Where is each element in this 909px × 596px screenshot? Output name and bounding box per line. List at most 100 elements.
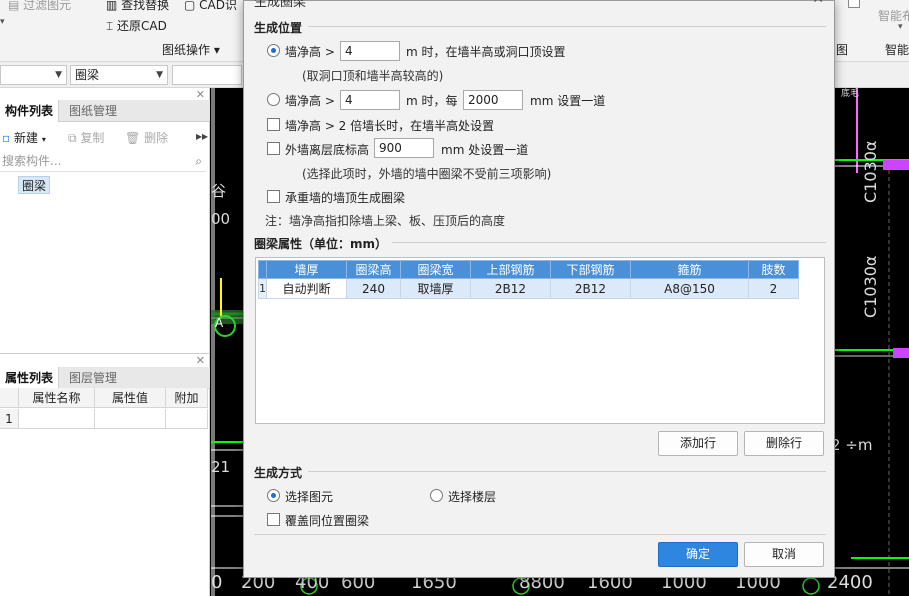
- grid-cell-bottom-rebar[interactable]: 2B12: [550, 278, 631, 299]
- grid-header-cell: 下部钢筋: [550, 260, 631, 279]
- property-row-name[interactable]: [19, 409, 95, 429]
- cad-recog-button[interactable]: ▢ CAD识: [184, 0, 237, 13]
- select-floors-radio[interactable]: [430, 489, 443, 502]
- smart-group-label: 智能: [885, 43, 909, 57]
- chevron-down-icon[interactable]: ▾: [898, 22, 903, 32]
- new-button[interactable]: ▫ 新建 ▾: [2, 129, 46, 146]
- add-row-button[interactable]: 添加行: [658, 431, 738, 456]
- section-props-title: 圈梁属性（单位：mm）: [254, 237, 388, 251]
- cad-left-label: 21: [211, 458, 231, 476]
- delete-button[interactable]: 🗑 删除: [125, 129, 168, 146]
- opt2-suffix: mm 设置一道: [530, 94, 606, 108]
- opt2-mid: m 时，每: [406, 94, 458, 108]
- table-row[interactable]: 1 自动判断 240 取墙厚 2B12 2B12 A8@150 2: [258, 278, 799, 299]
- new-label: 新建: [13, 131, 38, 145]
- opt1-height-input[interactable]: 4: [340, 41, 400, 61]
- tab-layer-management[interactable]: 图层管理: [64, 367, 122, 389]
- more-icon[interactable]: ▸▸: [196, 129, 208, 143]
- chevron-down-icon: ▼: [156, 70, 163, 80]
- component-search-input[interactable]: 搜索构件... ⌕: [0, 150, 206, 172]
- restore-cad-button[interactable]: ⌶ 还原CAD: [106, 17, 167, 34]
- filter-layer-label: 过滤图元: [23, 0, 72, 12]
- section-method-title: 生成方式: [254, 466, 303, 480]
- cancel-button[interactable]: 取消: [744, 542, 824, 567]
- list-item[interactable]: 圈梁: [18, 176, 51, 194]
- floor-select[interactable]: ▼: [0, 65, 67, 85]
- ribbon-right-group-label: 图: [836, 43, 849, 57]
- dialog-title: 生成圈梁: [254, 0, 307, 10]
- grid-cell-beam-width[interactable]: 取墙厚: [400, 278, 471, 299]
- property-header-blank: [0, 388, 19, 408]
- opt4-note: (选择此项时，外墙的墙中圈梁不受前三项影响): [302, 167, 552, 181]
- grid-header-cell: 圈梁高: [346, 260, 401, 279]
- smart-layout-label[interactable]: 智能布: [878, 7, 909, 24]
- opt1-suffix: m 时，在墙半高或洞口顶设置: [406, 45, 566, 59]
- close-icon[interactable]: ✕: [812, 0, 824, 7]
- chevron-down-icon: ▼: [55, 70, 62, 80]
- opt1-radio[interactable]: [267, 44, 280, 57]
- copy-button[interactable]: ⧉ 复制: [68, 129, 104, 146]
- cad-recog-label: CAD识: [199, 0, 237, 12]
- close-icon[interactable]: ✕: [196, 354, 205, 367]
- grid-header-corner: [258, 260, 267, 279]
- axis-marker-a: A: [215, 316, 224, 330]
- grid-cell-legs[interactable]: 2: [748, 278, 799, 299]
- restore-cad-label: 还原CAD: [117, 19, 167, 33]
- opt2-height-input[interactable]: 4: [340, 90, 400, 110]
- chevron-down-icon[interactable]: ▾: [0, 17, 5, 27]
- grid-cell-beam-height[interactable]: 240: [346, 278, 401, 299]
- tab-property-list[interactable]: 属性列表: [0, 367, 60, 389]
- opt5-label: 承重墙的墙顶生成圈梁: [285, 191, 406, 205]
- opt4-checkbox[interactable]: [267, 142, 280, 155]
- opt2-radio[interactable]: [267, 93, 280, 106]
- property-row-extra[interactable]: [166, 409, 208, 429]
- opt4-label: 外墙离层底标高: [285, 143, 370, 157]
- opt3-label: 墙净高 > 2 倍墙长时，在墙半高处设置: [285, 119, 495, 133]
- component-type-select[interactable]: 圈梁 ▼: [70, 65, 168, 85]
- grid-header-cell: 上部钢筋: [470, 260, 551, 279]
- component-name-select[interactable]: [172, 65, 242, 85]
- grid-cell-stirrup[interactable]: A8@150: [630, 278, 749, 299]
- section-position-title: 生成位置: [254, 21, 303, 35]
- component-toolbar: ▫ 新建 ▾ ⧉ 复制 🗑 删除 ▸▸: [0, 124, 210, 150]
- grid-row-number: 1: [258, 278, 267, 299]
- cad-left-label: 00: [211, 210, 231, 228]
- section-divider: [308, 471, 826, 472]
- section-divider: [308, 26, 826, 27]
- search-icon: ⌕: [195, 154, 202, 168]
- opt4-elevation-input[interactable]: 900: [374, 138, 434, 158]
- opt3-checkbox[interactable]: [267, 118, 280, 131]
- drawing-ops-group[interactable]: 图纸操作 ▾: [162, 41, 220, 58]
- select-floors-label: 选择楼层: [448, 490, 497, 504]
- find-replace-button[interactable]: ▥ 查找替换: [106, 0, 169, 13]
- select-elements-label: 选择图元: [285, 490, 334, 504]
- panel-divider: [0, 353, 210, 354]
- delete-label: 删除: [144, 131, 169, 145]
- tab-component-list[interactable]: 构件列表: [0, 100, 60, 122]
- property-header-name: 属性名称: [19, 388, 95, 408]
- copy-label: 复制: [80, 131, 105, 145]
- opt5-checkbox[interactable]: [267, 190, 280, 203]
- opt2-interval-input[interactable]: 2000: [463, 90, 523, 110]
- footer-divider: [254, 534, 826, 535]
- delete-row-button[interactable]: 删除行: [744, 431, 824, 456]
- ring-beam-grid: 墙厚 圈梁高 圈梁宽 上部钢筋 下部钢筋 箍筋 肢数 1 自动判断 240 取墙…: [255, 257, 825, 424]
- filter-layer-button[interactable]: ▤ 过滤图元: [8, 0, 71, 13]
- grid-header-cell: 圈梁宽: [400, 260, 471, 279]
- ribbon-checkbox[interactable]: [848, 0, 860, 8]
- search-placeholder: 搜索构件...: [2, 154, 62, 168]
- property-header-extra: 附加: [166, 388, 208, 408]
- cad-right-label: 2 ÷m: [831, 436, 873, 454]
- cad-vertical-label: C1030α: [861, 140, 880, 203]
- chevron-down-icon: ▾: [41, 135, 46, 144]
- overwrite-checkbox[interactable]: [267, 513, 280, 526]
- cad-left-label: 谷: [211, 182, 227, 200]
- select-elements-radio[interactable]: [267, 489, 280, 502]
- grid-cell-top-rebar[interactable]: 2B12: [470, 278, 551, 299]
- property-row-value[interactable]: [95, 409, 166, 429]
- cad-vertical-label: C1030α: [861, 255, 880, 318]
- grid-cell-wall-thickness[interactable]: 自动判断: [266, 278, 347, 299]
- ring-beam-table: 墙厚 圈梁高 圈梁宽 上部钢筋 下部钢筋 箍筋 肢数 1 自动判断 240 取墙…: [258, 260, 799, 299]
- tab-drawing-management[interactable]: 图纸管理: [64, 100, 122, 122]
- ok-button[interactable]: 确定: [658, 542, 738, 567]
